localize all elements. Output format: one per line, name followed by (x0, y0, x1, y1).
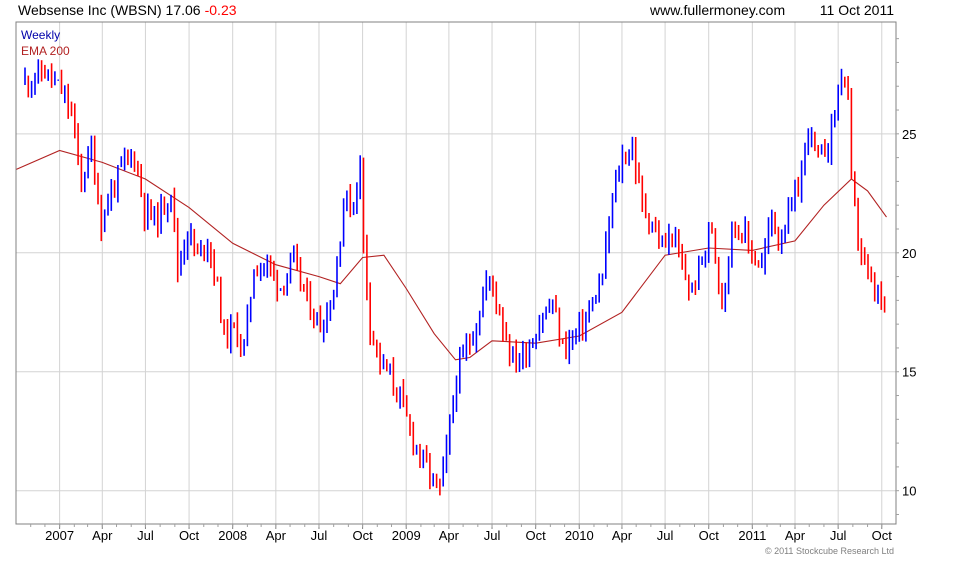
x-tick-label: 2007 (45, 528, 74, 543)
chart-title-prefix: Websense Inc (WBSN) 17.06 (18, 2, 201, 18)
x-tick-label: Apr (92, 528, 113, 543)
site-url: www.fullermoney.com (649, 2, 785, 18)
x-tick-label: Oct (526, 528, 547, 543)
x-tick-label: Jul (484, 528, 501, 543)
x-tick-label: Oct (699, 528, 720, 543)
price-chart: 10 15 20 25 2007 Apr Jul Oct 2008 Apr Jul Oct 2009 Ap… (0, 0, 980, 560)
x-tick-label: 2010 (565, 528, 594, 543)
x-tick-label: Apr (439, 528, 460, 543)
x-tick-label: Jul (830, 528, 847, 543)
legend-weekly: Weekly (21, 28, 60, 42)
chart-title: Websense Inc (WBSN) 17.06 -0.23 (18, 2, 237, 18)
copyright-text: © 2011 Stockcube Research Ltd (765, 546, 894, 556)
x-tick-label: 2008 (218, 528, 247, 543)
x-tick-label: 2009 (392, 528, 421, 543)
x-tick-label: Jul (137, 528, 154, 543)
y-tick-label: 20 (902, 246, 916, 261)
x-tick-label: 2011 (738, 528, 766, 543)
x-tick-label: Apr (612, 528, 633, 543)
y-tick-label: 10 (902, 484, 916, 499)
price-change: -0.23 (205, 2, 237, 18)
y-tick-label: 25 (902, 127, 916, 142)
x-tick-label: Apr (785, 528, 806, 543)
legend-ema: EMA 200 (21, 44, 70, 58)
x-tick-label: Jul (657, 528, 674, 543)
x-tick-label: Apr (266, 528, 287, 543)
chart-date: 11 Oct 2011 (820, 2, 894, 18)
x-tick-label: Oct (872, 528, 893, 543)
x-tick-label: Oct (352, 528, 373, 543)
x-tick-label: Jul (311, 528, 328, 543)
y-tick-label: 15 (902, 365, 916, 380)
x-tick-label: Oct (179, 528, 200, 543)
